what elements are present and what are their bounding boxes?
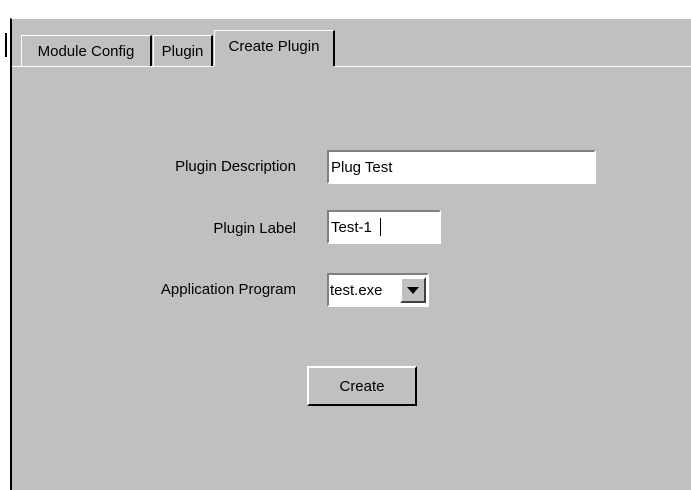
- plugin-label-label: Plugin Label: [213, 220, 296, 237]
- create-button[interactable]: Create: [307, 366, 417, 406]
- window-edge-mark: [5, 33, 7, 57]
- plugin-description-label: Plugin Description: [175, 158, 296, 175]
- plugin-config-window: Module Config Plugin Create Plugin Plugi…: [10, 18, 691, 490]
- dropdown-button[interactable]: [400, 277, 426, 303]
- chevron-down-icon: [407, 286, 419, 294]
- tab-create-plugin[interactable]: Create Plugin: [214, 30, 335, 68]
- tab-panel-top-border: [12, 66, 691, 67]
- tab-plugin[interactable]: Plugin: [153, 35, 213, 66]
- application-program-value: test.exe: [330, 281, 383, 299]
- active-tab-gap: [214, 66, 335, 68]
- tab-plugin-label: Plugin: [161, 42, 204, 60]
- tab-module-config[interactable]: Module Config: [21, 35, 152, 66]
- tab-module-config-label: Module Config: [37, 42, 135, 60]
- tab-strip: Module Config Plugin Create Plugin: [12, 19, 691, 69]
- application-program-label: Application Program: [160, 281, 296, 298]
- plugin-label-input[interactable]: [327, 210, 441, 244]
- tab-create-plugin-label: Create Plugin: [228, 38, 320, 55]
- application-program-select[interactable]: test.exe: [327, 273, 429, 307]
- text-cursor: [380, 218, 381, 236]
- plugin-description-input[interactable]: [327, 150, 596, 184]
